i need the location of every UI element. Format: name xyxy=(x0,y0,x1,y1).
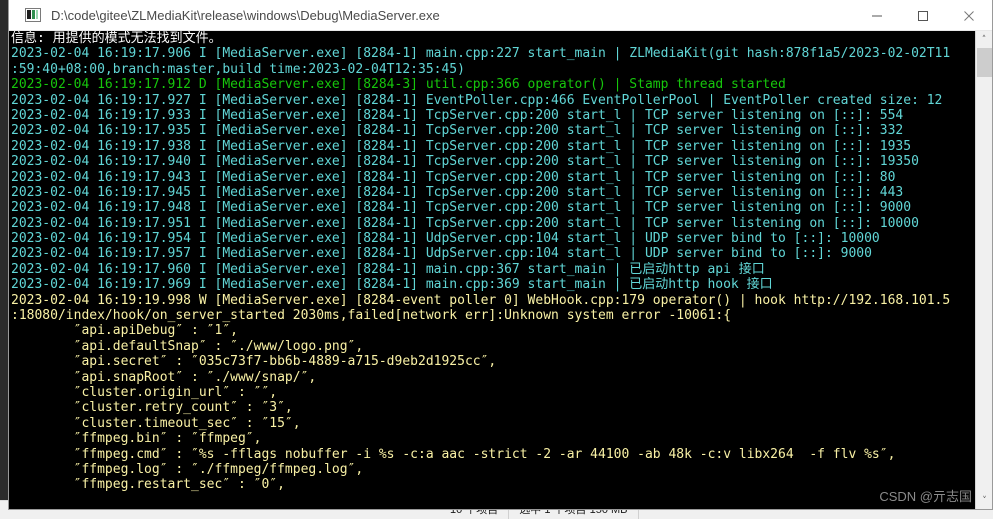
screen-root: 10 个项目 选中 1 个项目 150 MB D:\code\gitee\ZLM… xyxy=(0,0,993,519)
console-line: 2023-02-04 16:19:17.969 I [MediaServer.e… xyxy=(11,277,773,293)
console-window: D:\code\gitee\ZLMediaKit\release\windows… xyxy=(8,0,993,510)
minimize-button[interactable] xyxy=(854,0,900,31)
scroll-up-arrow-icon[interactable]: ˄ xyxy=(976,31,992,48)
console-line: :59:40+08:00,branch:master,build time:20… xyxy=(11,61,465,77)
console-line: 2023-02-04 16:19:17.960 I [MediaServer.e… xyxy=(11,261,765,277)
console-line: 2023-02-04 16:19:17.935 I [MediaServer.e… xyxy=(11,123,904,139)
console-line: ″api.apiDebug″ : ″1″, xyxy=(11,323,238,339)
console-title-bar[interactable]: D:\code\gitee\ZLMediaKit\release\windows… xyxy=(9,0,992,31)
window-controls xyxy=(854,0,992,31)
console-line: ″cluster.timeout_sec″ : ″15″, xyxy=(11,415,301,431)
console-line: 2023-02-04 16:19:17.933 I [MediaServer.e… xyxy=(11,107,904,123)
console-line: 2023-02-04 16:19:17.957 I [MediaServer.e… xyxy=(11,246,872,262)
watermark-text: CSDN @亓志国 xyxy=(879,489,972,504)
scroll-down-arrow-icon[interactable]: ˅ xyxy=(976,492,993,509)
console-line: ″api.snapRoot″ : ″./www/snap/″, xyxy=(11,369,317,385)
console-line: 2023-02-04 16:19:17.912 D [MediaServer.e… xyxy=(11,77,786,93)
console-line: 2023-02-04 16:19:17.938 I [MediaServer.e… xyxy=(11,138,912,154)
console-line: 2023-02-04 16:19:17.940 I [MediaServer.e… xyxy=(11,154,919,170)
console-scrollbar[interactable]: ˄ ˅ xyxy=(975,31,992,509)
window-title: D:\code\gitee\ZLMediaKit\release\windows… xyxy=(51,7,440,23)
console-line: ″ffmpeg.bin″ : ″ffmpeg″, xyxy=(11,431,262,447)
console-line: ″api.secret″ : ″035c73f7-bb6b-4889-a715-… xyxy=(11,354,497,370)
console-line: ″ffmpeg.cmd″ : ″%s -fflags nobuffer -i %… xyxy=(11,446,896,462)
close-button[interactable] xyxy=(946,0,992,31)
console-line: :18080/index/hook/on_server_started 2030… xyxy=(11,308,732,324)
console-line: 2023-02-04 16:19:17.943 I [MediaServer.e… xyxy=(11,169,896,185)
console-line: ″cluster.retry_count″ : ″3″, xyxy=(11,400,293,416)
console-app-icon xyxy=(25,8,41,22)
console-line: 2023-02-04 16:19:17.927 I [MediaServer.e… xyxy=(11,92,943,108)
maximize-button[interactable] xyxy=(900,0,946,31)
console-line: 2023-02-04 16:19:17.951 I [MediaServer.e… xyxy=(11,215,919,231)
console-line: ″ffmpeg.restart_sec″ : ″0″, xyxy=(11,477,285,493)
console-line: ″ffmpeg.log″ : ″./ffmpeg/ffmpeg.log″, xyxy=(11,461,364,477)
console-line: ″api.defaultSnap″ : ″./www/logo.png″, xyxy=(11,338,364,354)
console-line: 信息: 用提供的模式无法找到文件。 xyxy=(11,31,222,46)
console-line: 2023-02-04 16:19:17.954 I [MediaServer.e… xyxy=(11,231,880,247)
console-log-lines: 信息: 用提供的模式无法找到文件。 2023-02-04 16:19:17.906… xyxy=(11,31,971,493)
console-line: 2023-02-04 16:19:17.945 I [MediaServer.e… xyxy=(11,184,904,200)
console-line: 2023-02-04 16:19:17.948 I [MediaServer.e… xyxy=(11,200,912,216)
scrollbar-thumb[interactable] xyxy=(977,48,992,77)
console-line: 2023-02-04 16:19:17.906 I [MediaServer.e… xyxy=(11,46,951,62)
console-output-area[interactable]: 信息: 用提供的模式无法找到文件。 2023-02-04 16:19:17.906… xyxy=(9,31,992,509)
console-line: 2023-02-04 16:19:19.998 W [MediaServer.e… xyxy=(11,292,951,308)
console-line: ″cluster.origin_url″ : ″″, xyxy=(11,384,278,400)
